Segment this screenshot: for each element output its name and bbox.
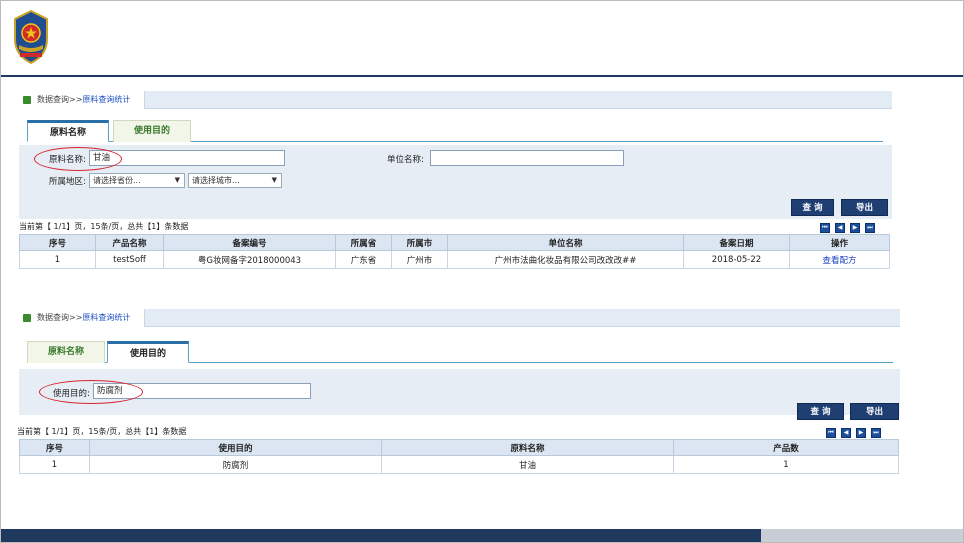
last-page-icon[interactable]: ⏭ [871,428,881,438]
next-page-icon[interactable]: ▶ [850,223,860,233]
cell-city: 广州市 [391,250,448,269]
page-info: 当前第【 1/1】页，15条/页，总共【1】条数据 [17,427,187,436]
tab-strip: 原料名称 使用目的 [27,341,893,363]
pager: ⏮ ◀ ▶ ⏭ [821,427,881,438]
column-header: 单位名称 [447,234,684,251]
cell-company: 广州市法曲化妆品有限公司改改改## [447,250,684,269]
query-button[interactable]: 查 询 [797,403,844,420]
breadcrumb: 数据查询>>原料查询统计 [19,91,892,109]
last-page-icon[interactable]: ⏭ [865,223,875,233]
city-select-value: 请选择城市... [192,176,240,185]
column-header: 产品名称 [95,234,164,251]
tab-usage-purpose[interactable]: 使用目的 [113,120,191,142]
panel-brand-search: 数据查询>>原料查询统计 原料名称 使用目的 原料名称: 甘油 单位名称: 所属… [19,91,892,297]
cell-date: 2018-05-22 [683,250,790,269]
column-header: 使用目的 [89,439,382,456]
column-header: 序号 [19,234,96,251]
tab-material-name[interactable]: 原料名称 [27,341,105,363]
header-bar [1,1,963,77]
chevron-down-icon: ▼ [271,176,277,184]
column-header: 产品数 [673,439,899,456]
search-form: 原料名称: 甘油 单位名称: 所属地区: 请选择省份... ▼ 请选择城市... ▼ [19,145,892,219]
cell-action: 查看配方 [789,250,890,269]
highlight-ellipse [39,380,143,404]
slide: 数据查询>>原料查询统计 原料名称 使用目的 原料名称: 甘油 单位名称: 所属… [0,0,964,543]
page-info: 当前第【 1/1】页，15条/页，总共【1】条数据 [19,222,189,231]
footer-band-light [761,529,963,542]
province-select-value: 请选择省份... [93,176,141,185]
table-header-row: 序号 产品名称 备案编号 所属省 所属市 单位名称 备案日期 操作 [19,234,890,251]
next-page-icon[interactable]: ▶ [856,428,866,438]
column-header: 所属市 [391,234,448,251]
cell-product-name: testSoff [95,250,164,269]
breadcrumb-tab: 数据查询>>原料查询统计 [19,91,146,109]
panel-purpose-search: 数据查询>>原料查询统计 原料名称 使用目的 使用目的: 防腐剂 查 询 导出 … [17,309,900,481]
breadcrumb-root[interactable]: 数据查询>> [37,313,82,322]
region-label: 所属地区: [49,177,86,187]
breadcrumb-icon [23,314,31,322]
first-page-icon[interactable]: ⏮ [820,223,830,233]
slide-body-text-fragment [251,293,721,303]
cell-product-count: 1 [673,455,899,474]
results-table: 序号 使用目的 原料名称 产品数 1 防腐剂 甘油 1 [19,439,899,474]
export-button[interactable]: 导出 [841,199,888,216]
breadcrumb-icon [23,96,31,104]
unit-name-input[interactable] [430,150,624,166]
pager: ⏮ ◀ ▶ ⏭ [815,222,875,233]
column-header: 原料名称 [381,439,674,456]
footer-band [1,529,761,542]
cell-material-name: 甘油 [381,455,674,474]
column-header: 备案日期 [683,234,790,251]
column-header: 序号 [19,439,90,456]
city-select[interactable]: 请选择城市... ▼ [188,173,282,188]
cell-purpose: 防腐剂 [89,455,382,474]
breadcrumb-root[interactable]: 数据查询>> [37,95,82,104]
export-button[interactable]: 导出 [850,403,899,420]
prev-page-icon[interactable]: ◀ [841,428,851,438]
search-form: 使用目的: 防腐剂 [19,369,900,415]
breadcrumb-tab: 数据查询>>原料查询统计 [19,309,146,327]
column-header: 所属省 [335,234,392,251]
tab-strip: 原料名称 使用目的 [27,120,883,142]
cell-province: 广东省 [335,250,392,269]
table-row: 1 testSoff 粤G妆网备字2018000043 广东省 广州市 广州市法… [19,250,890,269]
unit-name-label: 单位名称: [387,155,424,165]
breadcrumb: 数据查询>>原料查询统计 [19,309,900,327]
emblem-logo-icon [14,9,48,65]
tab-material-name[interactable]: 原料名称 [27,120,109,142]
cell-index: 1 [19,250,96,269]
breadcrumb-current[interactable]: 原料查询统计 [82,95,130,104]
prev-page-icon[interactable]: ◀ [835,223,845,233]
chevron-down-icon: ▼ [174,176,180,184]
cell-record-number: 粤G妆网备字2018000043 [163,250,336,269]
column-header: 备案编号 [163,234,336,251]
province-select[interactable]: 请选择省份... ▼ [89,173,185,188]
first-page-icon[interactable]: ⏮ [826,428,836,438]
cell-index: 1 [19,455,90,474]
table-header-row: 序号 使用目的 原料名称 产品数 [19,439,899,456]
breadcrumb-current[interactable]: 原料查询统计 [82,313,130,322]
query-button[interactable]: 查 询 [791,199,834,216]
table-row: 1 防腐剂 甘油 1 [19,455,899,474]
view-formula-link[interactable]: 查看配方 [822,256,856,266]
column-header: 操作 [789,234,890,251]
highlight-ellipse [34,147,122,171]
results-table: 序号 产品名称 备案编号 所属省 所属市 单位名称 备案日期 操作 1 test… [19,234,890,269]
tab-usage-purpose[interactable]: 使用目的 [107,341,189,363]
